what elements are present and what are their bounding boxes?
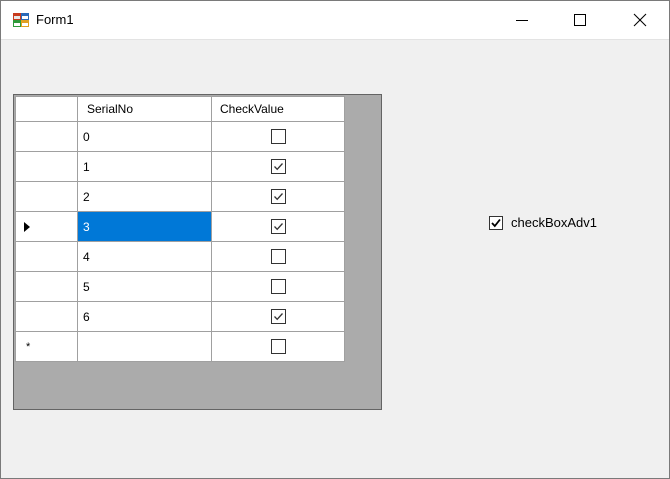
checkvalue-checkbox[interactable] [270, 159, 286, 175]
close-button[interactable] [611, 1, 669, 39]
row-header-cell[interactable] [15, 301, 78, 332]
table-row[interactable]: 6 [15, 301, 345, 332]
serialno-cell[interactable]: 3 [77, 211, 212, 242]
serialno-cell[interactable] [77, 331, 212, 362]
minimize-icon [516, 20, 528, 21]
row-header-cell[interactable] [15, 241, 78, 272]
serialno-cell[interactable]: 4 [77, 241, 212, 272]
checkvalue-cell[interactable] [211, 301, 345, 332]
checkvalue-checkbox[interactable] [270, 189, 286, 205]
new-row-marker: * [26, 341, 31, 353]
row-header-cell[interactable] [15, 181, 78, 212]
serialno-cell[interactable]: 6 [77, 301, 212, 332]
serialno-cell[interactable]: 0 [77, 121, 212, 152]
column-header-serialno[interactable]: SerialNo [77, 96, 212, 122]
checkmark-icon [273, 193, 283, 201]
serialno-cell[interactable]: 1 [77, 151, 212, 182]
table-row[interactable]: 0 [15, 121, 345, 152]
data-grid-table: SerialNo CheckValue 0 1 2 3 4 5 6 * [15, 96, 345, 362]
checkvalue-cell[interactable] [211, 331, 345, 362]
checkvalue-cell[interactable] [211, 271, 345, 302]
checkboxadv1-label[interactable]: checkBoxAdv1 [511, 215, 597, 230]
header-row: SerialNo CheckValue [15, 96, 345, 122]
serialno-cell[interactable]: 2 [77, 181, 212, 212]
checkvalue-cell[interactable] [211, 211, 345, 242]
checkvalue-cell[interactable] [211, 151, 345, 182]
row-header-cell[interactable] [15, 121, 78, 152]
table-row[interactable]: 5 [15, 271, 345, 302]
maximize-icon [574, 14, 586, 26]
checkvalue-checkbox[interactable] [270, 309, 286, 325]
checkvalue-checkbox[interactable] [270, 339, 286, 355]
app-icon [13, 13, 29, 27]
form-window: Form1 SerialNo CheckValue 0 1 2 3 4 5 6 … [0, 0, 670, 479]
serialno-cell[interactable]: 5 [77, 271, 212, 302]
checkmark-icon [273, 223, 283, 231]
column-header-checkvalue[interactable]: CheckValue [211, 96, 345, 122]
minimize-button[interactable] [493, 1, 551, 39]
row-header-cell[interactable] [15, 151, 78, 182]
table-row[interactable]: 4 [15, 241, 345, 272]
checkvalue-checkbox[interactable] [270, 219, 286, 235]
table-row[interactable]: 2 [15, 181, 345, 212]
checkvalue-checkbox[interactable] [270, 279, 286, 295]
checkvalue-checkbox[interactable] [270, 129, 286, 145]
checkvalue-cell[interactable] [211, 181, 345, 212]
data-grid[interactable]: SerialNo CheckValue 0 1 2 3 4 5 6 * [13, 94, 382, 410]
close-icon [633, 13, 647, 27]
row-header-cell[interactable] [15, 271, 78, 302]
new-row[interactable]: * [15, 331, 345, 362]
row-header-cell[interactable]: * [15, 331, 78, 362]
table-row[interactable]: 3 [15, 211, 345, 242]
checkmark-icon [273, 163, 283, 171]
checkboxadv1-box[interactable] [489, 216, 503, 230]
checkvalue-cell[interactable] [211, 121, 345, 152]
current-row-arrow-icon [24, 222, 30, 232]
window-title: Form1 [36, 12, 74, 27]
top-left-header-cell[interactable] [15, 96, 78, 122]
checkmark-icon [491, 218, 501, 228]
maximize-button[interactable] [551, 1, 609, 39]
title-bar[interactable]: Form1 [1, 1, 669, 40]
checkvalue-cell[interactable] [211, 241, 345, 272]
table-row[interactable]: 1 [15, 151, 345, 182]
row-header-cell[interactable] [15, 211, 78, 242]
checkvalue-checkbox[interactable] [270, 249, 286, 265]
checkmark-icon [273, 313, 283, 321]
